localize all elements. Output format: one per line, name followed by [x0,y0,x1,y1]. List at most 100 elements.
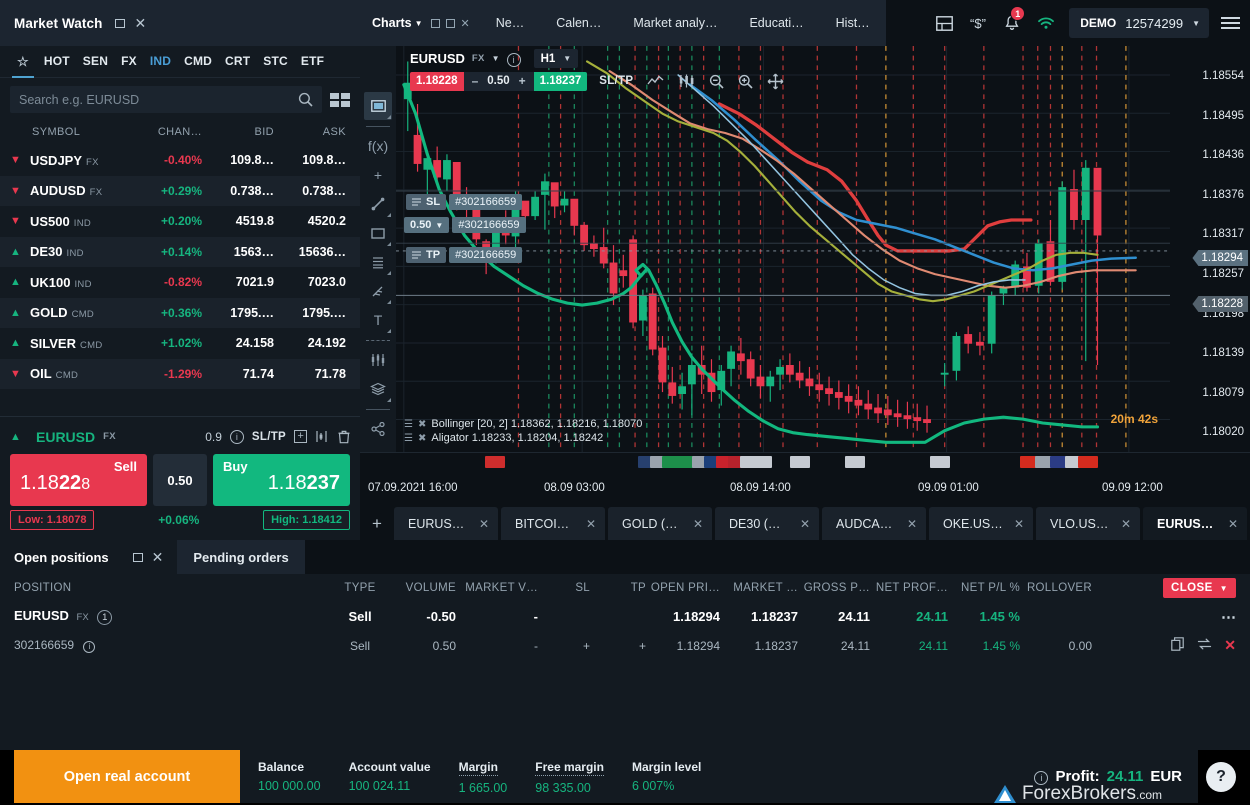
account-selector[interactable]: DEMO 12574299 ▼ [1069,8,1209,38]
row-bid[interactable]: 109.8… [202,153,274,167]
calendar-event-icon[interactable] [752,456,772,468]
fibonacci-tool-icon[interactable] [364,248,392,276]
price-axis[interactable]: 1.185541.184951.184361.183761.183171.182… [1170,46,1250,452]
nav-tab-history[interactable]: Hist… [820,0,886,46]
detail-tp-add[interactable]: + [590,639,646,653]
tab-pending-orders[interactable]: Pending orders [177,540,304,574]
close-icon[interactable]: ✕ [479,517,489,531]
maximize-icon[interactable] [115,19,125,28]
category-etf[interactable]: ETF [296,48,329,76]
market-watch-row[interactable]: ▼US500IND+0.20%4519.84520.2 [0,206,360,237]
maximize-icon[interactable] [446,19,455,28]
category-crt[interactable]: CRT [220,48,255,76]
nav-tab-market-analysis[interactable]: Market analy… [617,0,733,46]
row-bid[interactable]: 7021.9 [202,275,274,289]
volume-input[interactable]: 0.50 [153,454,207,506]
search-input[interactable] [19,93,298,107]
notifications-icon[interactable]: 1 [995,0,1029,46]
reverse-icon[interactable] [1197,637,1212,654]
close-icon[interactable]: ✕ [461,17,470,30]
calendar-event-icon[interactable] [845,456,865,468]
close-icon[interactable]: ✕ [907,517,917,531]
market-watch-row[interactable]: ▼OILCMD-1.29%71.7471.78 [0,359,360,390]
chart-tab[interactable]: OKE.US…✕ [929,507,1033,540]
close-all-button[interactable]: CLOSE ▼ [1163,578,1236,598]
delete-icon[interactable] [338,430,350,444]
row-ask[interactable]: 71.78 [274,367,350,381]
row-bid[interactable]: 4519.8 [202,214,274,228]
help-button[interactable]: ? [1206,762,1236,792]
zoom-in-icon[interactable] [738,74,753,89]
close-icon[interactable]: ✕ [586,517,596,531]
favorites-star-icon[interactable]: ☆ [10,54,36,70]
category-cmd[interactable]: CMD [179,48,217,76]
category-fx[interactable]: FX [116,48,142,76]
row-bid[interactable]: 1795.… [202,306,274,320]
row-ask[interactable]: 4520.2 [274,214,350,228]
calendar-event-icon[interactable] [485,456,505,468]
position-summary-row[interactable]: EURUSD FX 1 Sell -0.50 - 1.18294 1.18237… [14,602,1236,631]
charts-tab[interactable]: Charts ▼ ✕ [360,0,480,46]
calendar-event-icon[interactable] [662,456,682,468]
chart-sltp-toggle[interactable]: SL/TP [599,75,633,87]
close-icon[interactable]: ✕ [693,517,703,531]
take-profit-label[interactable]: TP #302166659 [406,247,522,263]
add-icon[interactable]: + [364,161,392,189]
open-real-account-button[interactable]: Open real account [14,750,240,803]
search-box[interactable] [10,86,322,113]
pitchfork-tool-icon[interactable] [364,277,392,305]
category-stc[interactable]: STC [258,48,293,76]
popout-icon[interactable] [431,19,440,28]
row-ask[interactable]: 15636… [274,245,350,259]
category-ind[interactable]: IND [145,48,176,76]
row-bid[interactable]: 1563… [202,245,274,259]
menu-icon[interactable] [1221,17,1240,29]
chart-tab[interactable]: DE30 (…✕ [715,507,819,540]
close-icon[interactable]: ✕ [1228,517,1238,531]
chart-tab[interactable]: AUDCA…✕ [822,507,926,540]
increment-button[interactable]: + [519,74,526,88]
nav-tab-news[interactable]: Ne… [480,0,540,46]
duplicate-icon[interactable] [1171,637,1185,654]
close-icon[interactable]: ✕ [152,550,164,564]
row-ask[interactable]: 24.192 [274,336,350,350]
chart-plot[interactable]: EURUSD FX ▼ i H1 ▼ 1.18228 [396,46,1170,452]
market-watch-row[interactable]: ▲UK100IND-0.82%7021.97023.0 [0,267,360,298]
zoom-out-icon[interactable] [709,74,724,89]
move-icon[interactable] [767,73,784,90]
position-label[interactable]: 0.50 ▼ #302166659 [404,217,526,233]
row-bid[interactable]: 0.738… [202,184,274,198]
position-detail-row[interactable]: 302166659 i Sell 0.50 - + + 1.18294 1.18… [14,631,1236,660]
chart-indicator-icon[interactable] [315,430,330,443]
market-watch-row[interactable]: ▲DE30IND+0.14%1563…15636… [0,237,360,268]
close-icon[interactable]: ✕ [1014,517,1024,531]
currency-icon[interactable]: “$” [961,0,995,46]
row-ask[interactable]: 1795.… [274,306,350,320]
decrement-button[interactable]: – [472,74,479,88]
add-chart-button[interactable]: + [360,507,394,540]
info-icon[interactable]: i [1034,768,1048,786]
chart-tab[interactable]: EURUS…✕ [1143,507,1247,540]
category-sen[interactable]: SEN [78,48,113,76]
market-watch-row[interactable]: ▲GOLDCMD+0.36%1795.…1795.… [0,298,360,329]
chart-volume-value[interactable]: 0.50 [487,75,509,87]
row-bid[interactable]: 24.158 [202,336,274,350]
row-ask[interactable]: 7023.0 [274,275,350,289]
row-bid[interactable]: 71.74 [202,367,274,381]
candlestick-icon[interactable] [678,74,695,88]
close-icon[interactable]: ✕ [134,16,146,30]
nav-tab-education[interactable]: Educati… [733,0,819,46]
close-icon[interactable]: ✕ [800,517,810,531]
chart-tab[interactable]: EURUS…✕ [394,507,498,540]
close-icon[interactable]: ✕ [1121,517,1131,531]
calendar-event-icon[interactable] [790,456,810,468]
share-icon[interactable] [364,415,392,443]
layers-icon[interactable] [364,375,392,403]
info-icon[interactable]: i [230,430,244,444]
maximize-icon[interactable] [133,553,143,562]
stop-loss-label[interactable]: SL #302166659 [406,194,522,210]
chart-tab[interactable]: VLO.US…✕ [1036,507,1140,540]
text-tool-icon[interactable]: T [364,306,392,334]
rectangle-tool-icon[interactable] [364,219,392,247]
sltp-toggle[interactable]: SL/TP [252,431,286,443]
